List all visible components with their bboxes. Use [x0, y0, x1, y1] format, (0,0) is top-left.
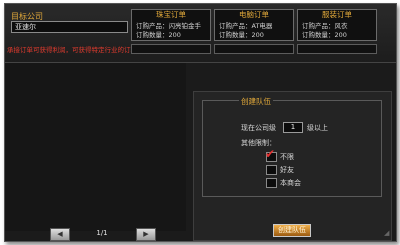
- level-prefix-label: 现在公司级: [241, 124, 276, 132]
- create-team-fieldset: 创建队伍 现在公司级 1 级以上 其他限制： ✔ 不限 好友 本商会: [202, 96, 382, 197]
- friends-label: 好友: [280, 166, 294, 174]
- order-title: 珠宝订单: [156, 10, 186, 19]
- level-suffix-label: 级以上: [307, 124, 328, 132]
- order-card-jewelry[interactable]: 珠宝订单 订购产品：闪亮铂金手 订购数量：200: [131, 9, 211, 41]
- page-indicator: 1/1: [96, 229, 108, 237]
- order-card-clothing[interactable]: 服装订单 订购产品：风衣 订购数量：200: [297, 9, 377, 41]
- create-team-legend: 创建队伍: [239, 96, 273, 107]
- guild-checkbox[interactable]: [266, 178, 277, 188]
- target-company-input[interactable]: 亚速尔: [11, 21, 128, 33]
- create-team-panel: 创建队伍 现在公司级 1 级以上 其他限制： ✔ 不限 好友 本商会 创建队伍: [193, 91, 392, 241]
- resize-corner-icon: ◢: [384, 229, 390, 237]
- pagination: ◀ 1/1 ▶: [50, 228, 158, 241]
- team-list-area: [5, 63, 186, 231]
- order-quantity: 订购数量：200: [136, 31, 181, 39]
- order-title: 服装订单: [322, 10, 352, 19]
- hint-text: 承接订单可获得利润，可获得特定行业的订单: [7, 46, 137, 54]
- check-icon: ✔: [265, 147, 276, 161]
- friends-checkbox[interactable]: [266, 165, 277, 175]
- guild-label: 本商会: [280, 179, 301, 187]
- create-team-button[interactable]: 创建队伍: [273, 224, 311, 237]
- order-bar: 目标公司 亚速尔 承接订单可获得利润，可获得特定行业的订单 珠宝订单 订购产品：…: [5, 4, 396, 63]
- unlimited-label: 不限: [280, 153, 294, 161]
- next-page-button[interactable]: ▶: [136, 228, 156, 241]
- prev-page-button[interactable]: ◀: [50, 228, 70, 241]
- window: 目标公司 亚速尔 承接订单可获得利润，可获得特定行业的订单 珠宝订单 订购产品：…: [4, 3, 397, 242]
- order-quantity: 订购数量：200: [302, 31, 347, 39]
- order-quantity: 订购数量：200: [219, 31, 264, 39]
- unlimited-checkbox[interactable]: ✔: [265, 148, 277, 162]
- level-input[interactable]: 1: [283, 122, 303, 133]
- order-bar-clothing: [297, 44, 377, 54]
- order-bar-jewelry: [131, 44, 211, 54]
- order-title: 电脑订单: [239, 10, 269, 19]
- order-card-computer[interactable]: 电脑订单 订购产品：AT电器 订购数量：200: [214, 9, 294, 41]
- order-bar-computer: [214, 44, 294, 54]
